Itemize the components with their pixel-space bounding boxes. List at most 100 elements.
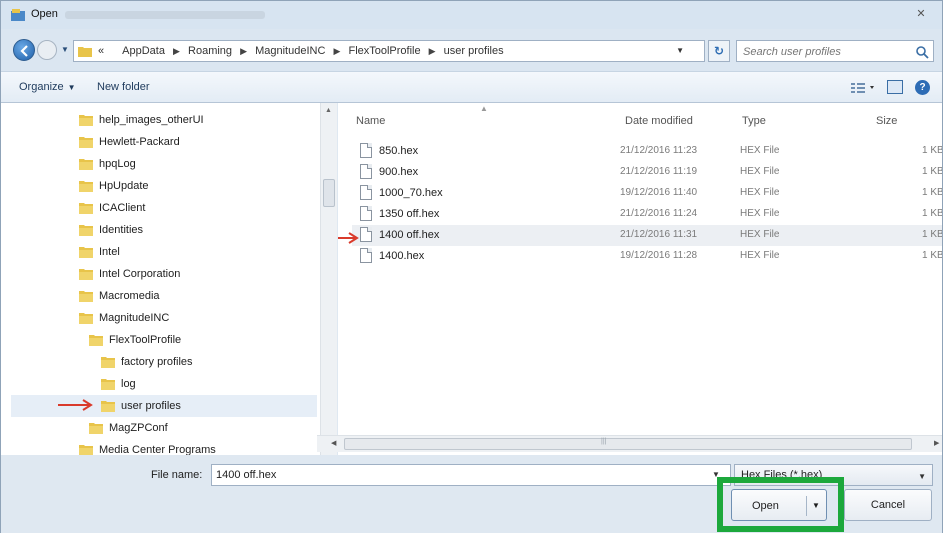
nav-item-factory-profiles[interactable]: factory profiles: [101, 351, 193, 373]
file-date: 19/12/2016 11:28: [620, 250, 698, 261]
scroll-up-icon[interactable]: ▲: [325, 107, 332, 114]
forward-button[interactable]: [37, 40, 57, 60]
nav-item-icaclient[interactable]: ICAClient: [79, 197, 145, 219]
nav-item-label: help_images_otherUI: [99, 114, 204, 126]
nav-item-identities[interactable]: Identities: [79, 219, 143, 241]
folder-icon: [101, 401, 115, 412]
breadcrumb-roaming[interactable]: Roaming: [188, 45, 232, 57]
change-view-icon[interactable]: [849, 81, 877, 95]
file-type: HEX File: [740, 250, 780, 261]
file-size: 1 KB: [922, 166, 942, 177]
nav-item-macromedia[interactable]: Macromedia: [79, 285, 160, 307]
back-button[interactable]: [13, 39, 35, 61]
chevron-right-icon[interactable]: ▶: [333, 46, 340, 56]
nav-item-hpupdate[interactable]: HpUpdate: [79, 175, 149, 197]
address-dropdown[interactable]: ▼: [676, 46, 684, 55]
file-list-hscrollbar[interactable]: ◀ ||| ▶: [317, 435, 942, 452]
scroll-thumb[interactable]: [323, 179, 335, 207]
chevron-right-icon[interactable]: ▶: [173, 46, 180, 56]
file-row[interactable]: 1000_70.hex 19/12/2016 11:40 HEX File 1 …: [352, 183, 942, 204]
nav-item-flextoolprofile[interactable]: FlexToolProfile: [89, 329, 181, 351]
file-row[interactable]: 1400.hex 19/12/2016 11:28 HEX File 1 KB: [352, 246, 942, 267]
nav-item-intel-corporation[interactable]: Intel Corporation: [79, 263, 180, 285]
nav-item-label: Intel: [99, 246, 120, 258]
nav-item-label: ICAClient: [99, 202, 146, 214]
file-type: HEX File: [740, 166, 780, 177]
folder-icon: [79, 291, 93, 302]
nav-item-hpqlog[interactable]: hpqLog: [79, 153, 136, 175]
chevron-right-icon[interactable]: ▶: [429, 46, 436, 56]
recent-locations-dropdown[interactable]: ▼: [61, 45, 69, 54]
file-type: HEX File: [740, 229, 780, 240]
folder-icon: [79, 181, 93, 192]
nav-item-hewlett-packard[interactable]: Hewlett-Packard: [79, 131, 180, 153]
nav-item-magnitudeinc[interactable]: MagnitudeINC: [79, 307, 169, 329]
file-type: HEX File: [740, 187, 780, 198]
nav-scrollbar[interactable]: ▲ ▼: [320, 103, 337, 455]
file-row[interactable]: 900.hex 21/12/2016 11:19 HEX File 1 KB: [352, 162, 942, 183]
annotation-arrow-icon: [338, 232, 359, 244]
preview-pane-icon[interactable]: [887, 80, 903, 94]
search-input[interactable]: [743, 44, 903, 59]
file-date: 21/12/2016 11:24: [620, 208, 698, 219]
file-name-input[interactable]: [211, 464, 731, 486]
breadcrumb-overflow[interactable]: «: [98, 45, 104, 57]
file-row[interactable]: 850.hex 21/12/2016 11:23 HEX File 1 KB: [352, 141, 942, 162]
chevron-right-icon[interactable]: ▶: [240, 46, 247, 56]
cancel-button[interactable]: Cancel: [844, 489, 932, 521]
nav-item-label: hpqLog: [99, 158, 136, 170]
address-bar[interactable]: « AppData ▶ Roaming ▶ MagnitudeINC ▶ Fle…: [73, 40, 705, 62]
folder-icon: [79, 247, 93, 258]
folder-icon: [79, 115, 93, 126]
breadcrumb: « AppData ▶ Roaming ▶ MagnitudeINC ▶ Fle…: [98, 45, 504, 57]
nav-item-label: Intel Corporation: [99, 268, 181, 280]
folder-icon: [89, 335, 103, 346]
close-button[interactable]: ✕: [908, 5, 934, 23]
column-header-type[interactable]: Type: [742, 103, 766, 135]
file-icon: [360, 206, 372, 221]
folder-icon: [79, 159, 93, 170]
nav-item-magzpconf[interactable]: MagZPConf: [89, 417, 168, 439]
file-type: HEX File: [740, 208, 780, 219]
file-name: 1400 off.hex: [379, 229, 440, 241]
title-redacted-text: [65, 11, 265, 19]
highlight-box: [717, 477, 844, 532]
file-row[interactable]: 1350 off.hex 21/12/2016 11:24 HEX File 1…: [352, 204, 942, 225]
file-size: 1 KB: [922, 229, 942, 240]
folder-icon: [79, 445, 93, 455]
open-file-dialog: Open ✕ ▼ « AppData ▶ Roaming ▶ Magnitude…: [0, 0, 943, 533]
column-header-name[interactable]: Name: [356, 103, 385, 135]
help-icon[interactable]: ?: [915, 80, 930, 95]
caret-down-icon: ▼: [67, 83, 76, 92]
nav-item-label: MagZPConf: [109, 422, 168, 434]
breadcrumb-appdata[interactable]: AppData: [122, 45, 165, 57]
column-header-date-modified[interactable]: Date modified: [625, 103, 693, 135]
app-icon: [11, 9, 25, 21]
search-box[interactable]: [736, 40, 934, 62]
scroll-left-icon[interactable]: ◀: [331, 439, 336, 447]
search-icon[interactable]: [915, 45, 929, 59]
organize-menu[interactable]: Organize ▼: [19, 81, 76, 93]
breadcrumb-flextoolprofile[interactable]: FlexToolProfile: [348, 45, 420, 57]
folder-icon: [79, 225, 93, 236]
folder-icon: [101, 357, 115, 368]
scroll-thumb[interactable]: [344, 438, 912, 450]
new-folder-button[interactable]: New folder: [97, 81, 150, 93]
back-arrow-icon: [20, 45, 28, 57]
file-size: 1 KB: [922, 250, 942, 261]
file-name: 900.hex: [379, 166, 419, 178]
nav-item-label: Hewlett-Packard: [99, 136, 180, 148]
nav-item-media-center-programs[interactable]: Media Center Programs: [79, 439, 216, 455]
nav-item-label: Macromedia: [99, 290, 160, 302]
file-name: 1350 off.hex: [379, 208, 440, 220]
folder-icon: [78, 47, 92, 57]
nav-item-intel[interactable]: Intel: [79, 241, 120, 263]
scroll-right-icon[interactable]: ▶: [934, 439, 939, 447]
refresh-button[interactable]: ↻: [708, 40, 730, 62]
nav-item-log[interactable]: log: [101, 373, 136, 395]
breadcrumb-user-profiles[interactable]: user profiles: [444, 45, 504, 57]
column-header-size[interactable]: Size: [876, 103, 897, 135]
file-row-selected[interactable]: 1400 off.hex 21/12/2016 11:31 HEX File 1…: [352, 225, 942, 246]
breadcrumb-magnitudeinc[interactable]: MagnitudeINC: [255, 45, 325, 57]
nav-item-help-images-otherui[interactable]: help_images_otherUI: [79, 109, 204, 131]
